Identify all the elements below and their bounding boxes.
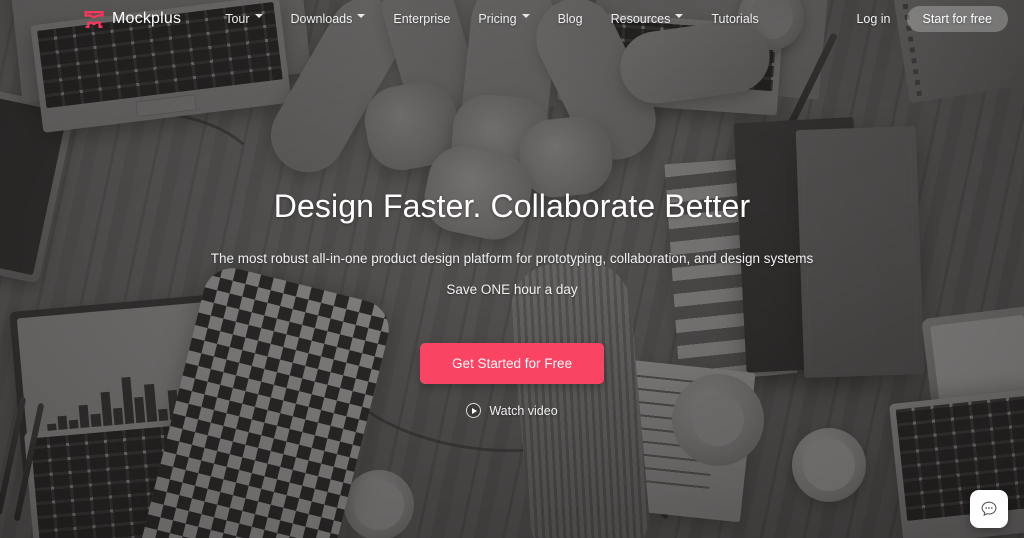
watch-video-label: Watch video [489, 403, 558, 418]
nav-item-label: Pricing [478, 12, 517, 26]
hero-section: Design Faster. Collaborate Better The mo… [0, 188, 1024, 418]
nav-item-label: Downloads [290, 12, 353, 26]
nav-item-tour[interactable]: Tour [225, 12, 263, 26]
nav-item-label: Enterprise [393, 12, 451, 26]
nav-item-pricing[interactable]: Pricing [478, 12, 530, 26]
nav-item-tutorials[interactable]: Tutorials [711, 12, 758, 26]
nav-actions: Log in Start for free [856, 6, 1008, 32]
nav-item-label: Blog [557, 12, 583, 26]
nav-item-resources[interactable]: Resources [611, 12, 684, 26]
mockplus-logo-icon [84, 10, 104, 28]
chevron-down-icon [357, 14, 366, 22]
chevron-down-icon [521, 14, 530, 22]
page-root: Mockplus Tour Downloads Enterprise Prici… [0, 0, 1024, 538]
hero-subtitle-primary: The most robust all-in-one product desig… [210, 251, 814, 266]
chevron-down-icon [254, 14, 263, 22]
start-for-free-button[interactable]: Start for free [906, 6, 1008, 32]
watch-video-link[interactable]: Watch video [0, 403, 1024, 418]
brand-name: Mockplus [112, 10, 182, 27]
get-started-button[interactable]: Get Started for Free [419, 343, 605, 384]
chat-bubble-icon [981, 501, 997, 517]
nav-item-enterprise[interactable]: Enterprise [393, 12, 450, 26]
nav-item-label: Tour [225, 12, 250, 26]
nav-item-label: Resources [610, 12, 671, 26]
hero-subtitle-secondary: Save ONE hour a day [446, 282, 578, 297]
nav-item-blog[interactable]: Blog [558, 12, 583, 26]
chevron-down-icon [675, 14, 684, 22]
nav-item-label: Tutorials [711, 12, 759, 26]
login-link[interactable]: Log in [856, 12, 890, 26]
chat-widget-button[interactable] [970, 490, 1008, 528]
nav-item-downloads[interactable]: Downloads [291, 12, 366, 26]
page-title: Design Faster. Collaborate Better [273, 188, 751, 224]
nav-links: Tour Downloads Enterprise Pricing Blog R… [225, 12, 759, 26]
brand-logo[interactable]: Mockplus [84, 10, 181, 28]
play-circle-icon [466, 403, 482, 418]
top-navigation-bar: Mockplus Tour Downloads Enterprise Prici… [0, 0, 1024, 38]
